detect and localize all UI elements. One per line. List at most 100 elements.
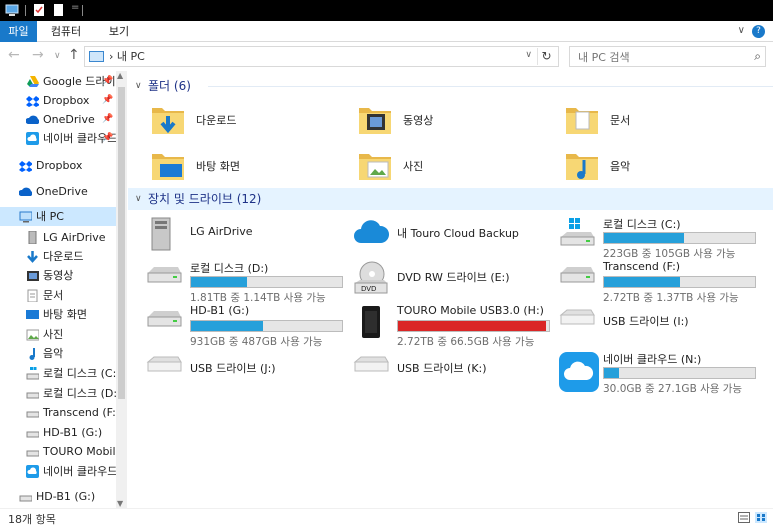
nav-item[interactable]: 사진 (0, 325, 116, 344)
drive-item[interactable]: TOURO Mobile USB3.0 (H:) 2.72TB 중 66.5GB … (353, 301, 553, 348)
group-title: 폴더 (6) (148, 79, 191, 93)
drives-group-header[interactable]: ∨ 장치 및 드라이브 (12) (128, 188, 773, 210)
nav-item[interactable]: HD-B1 (G:) (0, 423, 116, 442)
nav-item[interactable]: 네이버 클라우드 📌 (0, 129, 116, 148)
drive-item[interactable]: HD-B1 (G:) 931GB 중 487GB 사용 가능 (146, 301, 346, 348)
nav-item[interactable]: HD-B1 (G:) (0, 487, 116, 506)
nav-scrollbar[interactable]: ▲ ▼ (116, 71, 127, 508)
large-icons-view-icon[interactable] (755, 512, 767, 523)
address-dropdown-icon[interactable]: ∨ (525, 50, 532, 60)
tab-view[interactable]: 보기 (99, 21, 139, 42)
scroll-down-icon[interactable]: ▼ (117, 499, 123, 508)
nav-item[interactable]: 음악 (0, 344, 116, 363)
pin-icon[interactable]: 📌 (102, 91, 113, 110)
refresh-button[interactable]: ↻ (537, 48, 555, 65)
nav-item[interactable]: Transcend (F:) (0, 403, 116, 422)
navigation-pane[interactable]: Google 드라이브📌Dropbox📌OneDrive📌네이버 클라우드📌Dr… (0, 71, 127, 508)
folder-label: 문서 (610, 114, 631, 127)
recent-locations-icon[interactable]: ∨ (54, 51, 61, 61)
folder-item[interactable]: 음악 (564, 146, 764, 186)
collapse-chevron-icon[interactable]: ∨ (135, 188, 142, 210)
download-icon (26, 250, 39, 263)
nav-item[interactable]: Dropbox 📌 (0, 91, 116, 110)
hdd-icon (146, 305, 182, 332)
drive-item[interactable]: 로컬 디스크 (D:) 1.81TB 중 1.14TB 사용 가능 (146, 257, 346, 304)
nav-item[interactable]: 동영상 (0, 266, 116, 285)
drive-name: Transcend (F:) (603, 260, 681, 273)
desktop-folder-icon (150, 148, 186, 187)
drive-usage-bar (603, 367, 756, 379)
cloud-icon (353, 217, 390, 250)
folder-item[interactable]: 다운로드 (150, 100, 350, 140)
drive-item[interactable]: LG AirDrive (146, 213, 346, 257)
nav-item[interactable]: OneDrive (0, 182, 116, 201)
address-bar[interactable]: › 내 PC ∨ ↻ (84, 46, 559, 67)
nav-item[interactable]: 바탕 화면 (0, 305, 116, 324)
folder-item[interactable]: 바탕 화면 (150, 146, 350, 186)
up-button[interactable]: ↑ (68, 47, 80, 63)
breadcrumb-this-pc[interactable]: 내 PC (117, 50, 145, 63)
drive-usage-fill (398, 321, 546, 331)
nav-item-label: Transcend (F:) (43, 406, 116, 419)
drive-usage-fill (604, 368, 620, 378)
nav-item-label: Dropbox (36, 159, 83, 172)
picture-folder-icon (357, 148, 393, 187)
tab-computer[interactable]: 컴퓨터 (43, 21, 89, 42)
drive-usage-bar (397, 320, 550, 332)
tab-file[interactable]: 파일 (0, 21, 37, 42)
new-folder-icon[interactable] (52, 3, 66, 17)
drive-icon (19, 490, 33, 503)
folder-item[interactable]: 동영상 (357, 100, 557, 140)
drive-item[interactable]: 내 Touro Cloud Backup (353, 213, 553, 257)
nav-item[interactable]: 문서 (0, 286, 116, 305)
collapse-chevron-icon[interactable]: ∨ (135, 75, 142, 97)
nav-item[interactable]: LG AirDrive (0, 228, 116, 247)
computer-icon[interactable] (5, 3, 19, 17)
pin-icon[interactable]: 📌 (102, 72, 113, 91)
drive-item[interactable]: USB 드라이브 (I:) (559, 301, 759, 345)
nav-item[interactable]: TOURO Mobile USB3.0 (H:) (0, 442, 116, 461)
nav-item[interactable]: 로컬 디스크 (C:) (0, 364, 116, 383)
svg-text:DVD: DVD (361, 285, 376, 293)
folder-item[interactable]: 문서 (564, 100, 764, 140)
nav-item[interactable]: OneDrive 📌 (0, 110, 116, 129)
desktop-icon (26, 308, 39, 321)
nav-item[interactable]: Dropbox (0, 156, 116, 175)
nav-item[interactable]: 내 PC (0, 207, 116, 226)
details-view-icon[interactable] (738, 512, 750, 523)
nav-item[interactable]: 로컬 디스크 (D:) (0, 384, 116, 403)
drive-item[interactable]: USB 드라이브 (K:) (353, 348, 553, 392)
back-button[interactable]: ← (8, 47, 20, 63)
drive-item[interactable]: 네이버 클라우드 (N:) 30.0GB 중 27.1GB 사용 가능 (559, 348, 759, 395)
pin-icon[interactable]: 📌 (102, 110, 113, 129)
folders-group-header[interactable]: ∨ 폴더 (6) (128, 75, 773, 97)
download-folder-icon (150, 102, 186, 141)
video-icon (26, 269, 39, 282)
drive-item[interactable]: 로컬 디스크 (C:) 223GB 중 105GB 사용 가능 (559, 213, 759, 260)
nav-item[interactable]: 네이버 클라우드 (N:) (0, 462, 116, 481)
usb-drive-icon (146, 352, 182, 377)
scrollbar-thumb[interactable] (118, 87, 125, 399)
drive-usage-fill (191, 277, 247, 287)
nav-item-label: Dropbox (43, 94, 90, 107)
drive-icon (26, 406, 40, 419)
nav-item[interactable]: Google 드라이브📌 (0, 72, 116, 91)
search-box[interactable]: ⌕ (569, 46, 766, 67)
expand-ribbon-icon[interactable]: ∨ (738, 25, 745, 36)
drive-item[interactable]: DVD DVD RW 드라이브 (E:) (353, 257, 553, 301)
search-input[interactable] (576, 48, 746, 66)
breadcrumb[interactable]: › 내 PC (109, 49, 145, 64)
help-icon[interactable]: ? (752, 25, 765, 38)
forward-button[interactable]: → (32, 47, 44, 63)
music-icon (26, 347, 39, 360)
customize-quick-access-icon[interactable]: = (71, 2, 79, 13)
dropbox-icon (26, 94, 40, 107)
folder-item[interactable]: 사진 (357, 146, 557, 186)
scroll-up-icon[interactable]: ▲ (117, 71, 123, 80)
nav-item-label: 동영상 (43, 269, 74, 282)
pin-icon[interactable]: 📌 (102, 129, 113, 148)
nav-item[interactable]: 다운로드 (0, 247, 116, 266)
properties-icon[interactable] (32, 3, 46, 17)
drive-item[interactable]: USB 드라이브 (J:) (146, 348, 346, 392)
drive-item[interactable]: Transcend (F:) 2.72TB 중 1.37TB 사용 가능 (559, 257, 759, 304)
